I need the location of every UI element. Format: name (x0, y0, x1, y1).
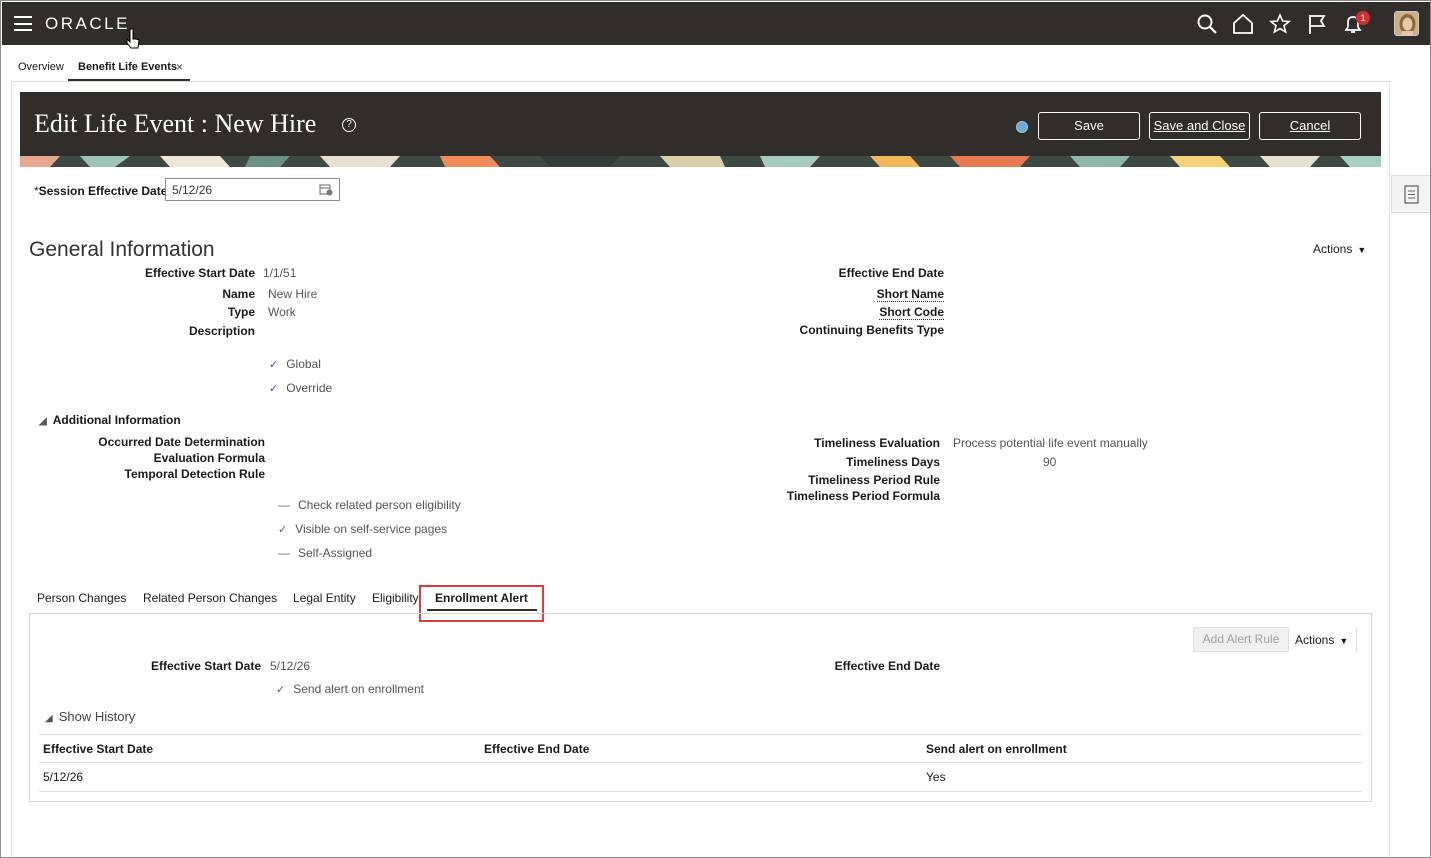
override-checkbox: ✓ Override (269, 381, 332, 395)
occurred-date-label: Occurred Date Determination (98, 435, 265, 449)
timeliness-evaluation-value: Process potential life event manually (953, 436, 1148, 450)
session-date-label-text: Session Effective Date (38, 184, 168, 198)
app-window: ORACLE 1 Overview Benefit Life Events × … (0, 0, 1431, 858)
type-value: Work (268, 305, 296, 319)
help-icon[interactable]: ? (342, 118, 356, 132)
oracle-logo[interactable]: ORACLE (45, 14, 130, 34)
send-alert-label: Send alert on enrollment (293, 682, 424, 696)
check-related-label: Check related person eligibility (298, 498, 461, 512)
type-label: Type (227, 305, 255, 319)
short-code-label: Short Code (879, 305, 944, 320)
cell-effective-start: 5/12/26 (43, 770, 84, 784)
global-checkbox: ✓ Global (269, 357, 321, 371)
additional-info-title: Additional Information (52, 413, 181, 427)
send-alert-checkbox: ✓ Send alert on enrollment (276, 682, 424, 696)
toolbar-divider (1356, 627, 1357, 653)
user-avatar[interactable] (1394, 11, 1419, 36)
additional-info-toggle[interactable]: ◢ Additional Information (39, 413, 181, 427)
table-bottom-border (39, 791, 1362, 792)
side-panel-toggle[interactable] (1391, 175, 1430, 213)
checkmark-icon: ✓ (269, 383, 279, 395)
column-header-send-alert[interactable]: Send alert on enrollment (926, 742, 1067, 756)
self-assigned-checkbox: — Self-Assigned (278, 546, 372, 560)
tab-eligibility[interactable]: Eligibility (372, 591, 419, 605)
save-and-close-button[interactable]: Save and Close (1149, 112, 1250, 140)
menu-icon[interactable] (14, 16, 32, 31)
show-history-toggle[interactable]: ◢ Show History (45, 709, 135, 724)
effective-end-label: Effective End Date (838, 266, 944, 280)
globe-icon[interactable] (1016, 121, 1028, 133)
decorative-banner (20, 156, 1381, 167)
description-label: Description (188, 324, 255, 338)
collapse-triangle-icon: ◢ (45, 713, 53, 724)
column-header-effective-start[interactable]: Effective Start Date (43, 742, 153, 756)
check-related-checkbox: — Check related person eligibility (278, 498, 461, 512)
section-title-general: General Information (29, 238, 215, 261)
calendar-icon[interactable] (319, 183, 333, 196)
alert-effective-start-label: Effective Start Date (150, 659, 261, 673)
tab-legal-entity[interactable]: Legal Entity (293, 591, 356, 605)
search-icon[interactable] (1196, 13, 1218, 35)
home-icon[interactable] (1232, 13, 1254, 35)
flag-icon[interactable] (1306, 13, 1328, 35)
table-header-border (39, 762, 1362, 763)
tab-benefit-life-events[interactable]: Benefit Life Events (78, 61, 177, 73)
tab-related-person-changes[interactable]: Related Person Changes (143, 591, 277, 605)
timeliness-days-value: 90 (1043, 455, 1057, 469)
timeliness-days-label: Timeliness Days (846, 455, 940, 469)
temporal-detection-label: Temporal Detection Rule (124, 467, 265, 481)
timeliness-evaluation-label: Timeliness Evaluation (814, 436, 940, 450)
unchecked-dash-icon: — (278, 546, 290, 560)
actions-label: Actions (1313, 242, 1353, 256)
unchecked-dash-icon: — (278, 498, 290, 512)
column-header-effective-end[interactable]: Effective End Date (484, 742, 589, 756)
page-title: Edit Life Event : New Hire (34, 109, 317, 138)
alert-effective-end-label: Effective End Date (834, 659, 940, 673)
document-icon (1404, 185, 1419, 204)
alert-actions-menu[interactable]: Actions ▼ (1295, 633, 1348, 647)
notification-badge: 1 (1356, 11, 1370, 25)
checkmark-icon: ✓ (278, 524, 288, 536)
effective-start-value: 1/1/51 (263, 266, 297, 280)
favorites-star-icon[interactable] (1269, 13, 1291, 35)
close-tab-icon[interactable]: × (176, 60, 183, 74)
self-assigned-label: Self-Assigned (298, 546, 373, 560)
actions-label: Actions (1295, 633, 1335, 647)
global-header: ORACLE 1 (2, 2, 1430, 49)
table-top-border (39, 734, 1362, 735)
session-date-label: *Session Effective Date (34, 184, 167, 198)
page-header: Edit Life Event : New Hire ? Save Save a… (20, 92, 1381, 167)
tab-person-changes[interactable]: Person Changes (37, 591, 126, 605)
visible-self-service-checkbox: ✓ Visible on self-service pages (278, 522, 447, 536)
evaluation-formula-label: Evaluation Formula (153, 451, 265, 465)
chevron-down-icon: ▼ (1357, 245, 1367, 255)
general-actions-menu[interactable]: Actions ▼ (1313, 242, 1366, 256)
mouse-pointer-icon (126, 28, 140, 49)
override-label: Override (286, 381, 333, 395)
checkmark-icon: ✓ (276, 684, 286, 696)
timeliness-period-formula-label: Timeliness Period Formula (786, 489, 940, 503)
short-name-label: Short Name (876, 287, 944, 302)
visible-self-service-label: Visible on self-service pages (295, 522, 448, 536)
name-value: New Hire (268, 287, 318, 301)
effective-start-label: Effective Start Date (144, 266, 255, 280)
session-date-input[interactable]: 5/12/26 (165, 178, 340, 201)
show-history-label: Show History (58, 709, 136, 724)
tab-overview[interactable]: Overview (18, 61, 64, 73)
timeliness-period-rule-label: Timeliness Period Rule (808, 473, 940, 487)
save-button[interactable]: Save (1038, 112, 1140, 140)
cancel-button[interactable]: Cancel (1259, 112, 1361, 140)
name-label: Name (222, 287, 255, 301)
chevron-down-icon: ▼ (1339, 636, 1349, 646)
enrollment-alert-panel (29, 613, 1372, 802)
collapse-triangle-icon: ◢ (39, 416, 47, 427)
global-label: Global (286, 357, 321, 371)
add-alert-rule-button[interactable]: Add Alert Rule (1193, 627, 1289, 652)
continuing-benefits-label: Continuing Benefits Type (799, 323, 944, 337)
checkmark-icon: ✓ (269, 359, 279, 371)
alert-effective-start-value: 5/12/26 (270, 659, 311, 673)
cell-send-alert: Yes (926, 770, 946, 784)
